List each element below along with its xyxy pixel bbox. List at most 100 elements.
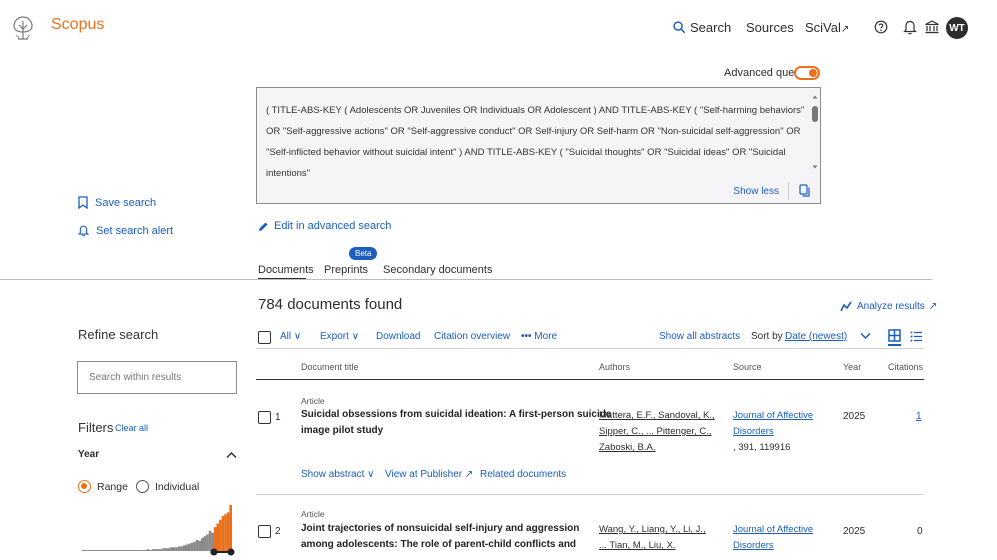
citation-overview-button[interactable]: Citation overview xyxy=(434,331,510,342)
show-all-abstracts-button[interactable]: Show all abstracts xyxy=(659,331,740,342)
histogram-bar xyxy=(102,550,106,551)
save-search-button[interactable]: Save search xyxy=(78,196,156,209)
document-type: Article xyxy=(301,509,325,519)
author-line[interactable]: Mattera, E.F., Sandoval, K., xyxy=(599,408,715,424)
user-avatar[interactable]: WT xyxy=(946,17,968,39)
histogram-bar xyxy=(177,546,181,551)
source-volume: , 391, 119916 xyxy=(733,442,791,453)
source-line: Journal of Affective xyxy=(733,410,814,421)
all-dropdown[interactable]: All ∨ xyxy=(280,331,301,342)
col-document-title[interactable]: Document title xyxy=(301,362,359,372)
histogram-bar xyxy=(203,536,207,551)
analyze-results-link[interactable]: Analyze results ↗ xyxy=(840,301,937,312)
individual-radio[interactable] xyxy=(136,480,149,493)
notifications-bell-icon[interactable] xyxy=(903,19,917,35)
histogram-bar xyxy=(175,547,178,551)
histogram-bar xyxy=(82,550,85,551)
sort-chevron-down-icon[interactable] xyxy=(860,332,871,340)
set-search-alert-button[interactable]: Set search alert xyxy=(78,224,173,237)
help-icon[interactable] xyxy=(874,20,888,34)
year-histogram-chart[interactable] xyxy=(82,500,240,560)
col-source[interactable]: Source xyxy=(733,362,762,372)
show-less-link[interactable]: Show less xyxy=(733,186,779,197)
query-text[interactable]: ( TITLE-ABS-KEY ( Adolescents OR Juvenil… xyxy=(266,100,806,184)
author-line[interactable]: ... Tian, M., Liu, X. xyxy=(599,538,706,554)
nav-search[interactable]: Search xyxy=(673,20,731,35)
analyze-results-label: Analyze results xyxy=(857,301,925,312)
query-scrollbar[interactable] xyxy=(812,94,818,170)
year-collapse-chevron-up-icon[interactable] xyxy=(226,451,237,459)
list-view-icon[interactable] xyxy=(910,331,923,342)
nav-sources[interactable]: Sources xyxy=(746,20,794,35)
source-link[interactable]: Journal of Affective Disorders , 391, 11… xyxy=(733,408,813,456)
histogram-bar xyxy=(208,530,212,551)
document-title-link[interactable]: Joint trajectories of nonsuicidal self-i… xyxy=(301,521,579,553)
clear-all-filters-link[interactable]: Clear all xyxy=(115,423,148,433)
histogram-bar xyxy=(110,550,114,551)
individual-radio-option[interactable]: Individual xyxy=(136,480,199,493)
author-line[interactable]: Sipper, C., ... Pittenger, C., xyxy=(599,424,715,440)
range-slider-handle[interactable] xyxy=(227,548,235,556)
year-histogram[interactable] xyxy=(82,500,240,560)
histogram-bar xyxy=(190,542,194,551)
table-view-icon[interactable] xyxy=(888,329,901,346)
edit-advanced-search-link[interactable]: Edit in advanced search xyxy=(258,220,391,232)
elsevier-logo[interactable] xyxy=(8,13,38,43)
sort-by-select[interactable]: Date (newest) xyxy=(785,331,847,342)
view-at-publisher-link[interactable]: View at Publisher ↗ xyxy=(385,469,473,480)
export-label: Export xyxy=(320,331,349,342)
column-header-divider xyxy=(256,379,924,380)
range-radio-option[interactable]: Range xyxy=(78,480,128,493)
title-line: image pilot study xyxy=(301,425,384,436)
institution-icon[interactable] xyxy=(924,19,940,35)
set-alert-label: Set search alert xyxy=(96,224,174,237)
filters-heading: Filters xyxy=(78,420,114,435)
col-citations[interactable]: Citations xyxy=(888,362,923,372)
tab-preprints[interactable]: Preprints xyxy=(324,264,368,276)
query-box[interactable]: ( TITLE-ABS-KEY ( Adolescents OR Juvenil… xyxy=(256,87,821,204)
histogram-bar xyxy=(182,545,186,551)
document-title-link[interactable]: Suicidal obsessions from suicidal ideati… xyxy=(301,407,611,439)
authors-list[interactable]: Wang, Y., Liang, Y., Li, J., ... Tian, M… xyxy=(599,522,706,554)
histogram-bar xyxy=(146,549,150,551)
year-value: 2025 xyxy=(843,526,866,537)
histogram-bar xyxy=(169,547,173,551)
row-checkbox[interactable] xyxy=(258,525,271,538)
select-all-checkbox[interactable] xyxy=(258,331,271,344)
histogram-bar xyxy=(229,505,233,551)
source-link[interactable]: Journal of Affective Disorders xyxy=(733,522,813,554)
query-scrollbar-thumb[interactable] xyxy=(812,106,818,122)
author-line[interactable]: Zaboski, B.A. xyxy=(599,440,715,456)
citations-count-link[interactable]: 1 xyxy=(916,411,922,422)
download-button[interactable]: Download xyxy=(376,331,420,342)
histogram-bar xyxy=(213,527,217,551)
advanced-query-label: Advanced query xyxy=(724,67,804,79)
range-slider-handle[interactable] xyxy=(210,548,218,556)
advanced-query-toggle[interactable] xyxy=(794,66,820,80)
more-dots-icon: ••• xyxy=(521,331,532,342)
histogram-bar xyxy=(133,550,137,551)
range-radio[interactable] xyxy=(78,480,91,493)
authors-list[interactable]: Mattera, E.F., Sandoval, K., Sipper, C.,… xyxy=(599,408,715,456)
nav-scival[interactable]: SciVal↗ xyxy=(805,20,849,35)
histogram-bar xyxy=(185,544,189,551)
histogram-bar xyxy=(128,550,132,551)
scopus-brand[interactable]: Scopus xyxy=(51,16,104,34)
show-abstract-button[interactable]: Show abstract ∨ xyxy=(301,469,374,480)
histogram-bar xyxy=(198,540,201,551)
related-documents-link[interactable]: Related documents xyxy=(480,469,566,480)
author-line[interactable]: Wang, Y., Liang, Y., Li, J., xyxy=(599,522,706,538)
tab-secondary-documents[interactable]: Secondary documents xyxy=(383,264,492,276)
col-year[interactable]: Year xyxy=(843,362,861,372)
histogram-bar xyxy=(120,550,124,551)
external-link-icon: ↗ xyxy=(464,469,474,480)
col-authors[interactable]: Authors xyxy=(599,362,630,372)
refine-search-heading: Refine search xyxy=(78,327,159,342)
search-within-results-input[interactable]: Search within results xyxy=(77,361,237,394)
copy-icon[interactable] xyxy=(799,184,810,197)
bell-icon xyxy=(78,225,89,237)
export-dropdown[interactable]: Export ∨ xyxy=(320,331,359,342)
tab-documents[interactable]: Documents xyxy=(258,264,314,276)
more-button[interactable]: ••• More xyxy=(521,331,557,342)
row-checkbox[interactable] xyxy=(258,411,271,424)
